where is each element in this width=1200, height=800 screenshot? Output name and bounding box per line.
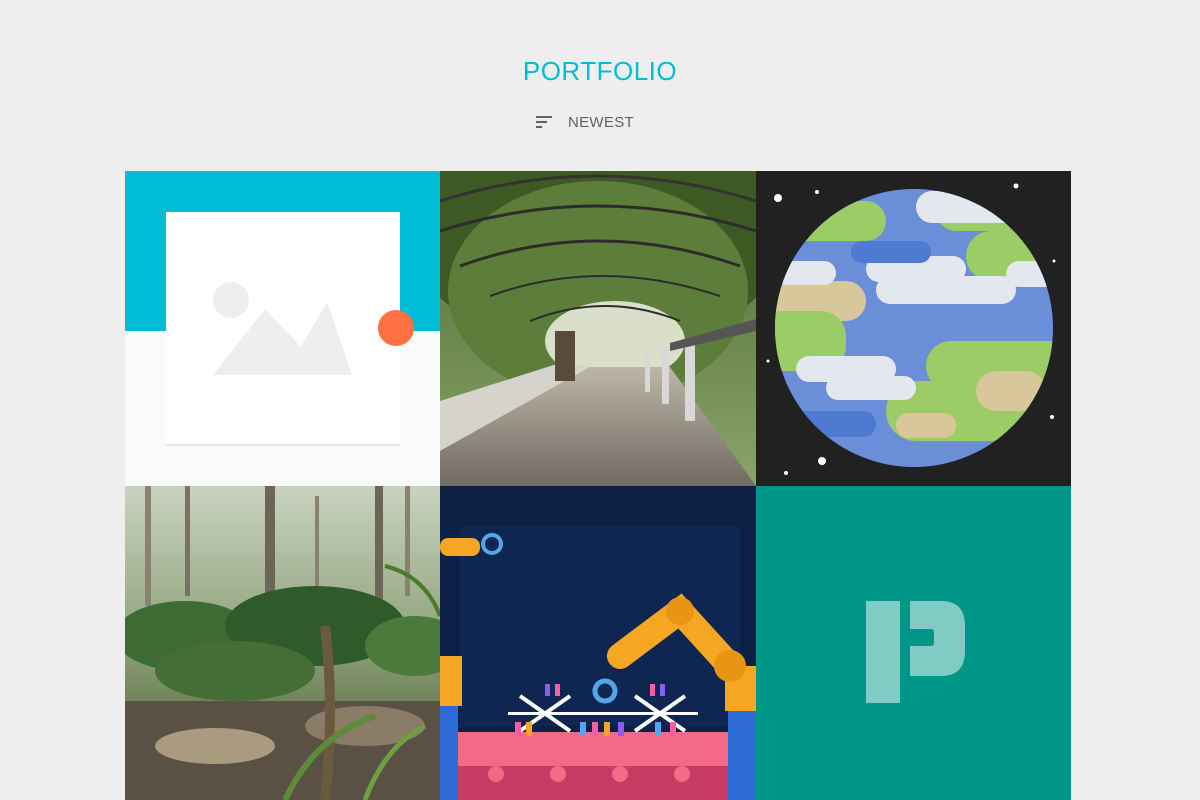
- sort-button[interactable]: NEWEST: [534, 110, 634, 134]
- sort-label: NEWEST: [568, 113, 634, 131]
- gallery-item-planet[interactable]: [756, 171, 1071, 486]
- gallery-item-polymer[interactable]: [756, 486, 1071, 800]
- sort-icon: [534, 112, 554, 132]
- forest-photo: [125, 486, 440, 800]
- robot-arms-illustration: [440, 486, 756, 800]
- gallery-item-placeholder[interactable]: [125, 171, 440, 486]
- planet-illustration: [756, 171, 1071, 486]
- gallery-item-robots[interactable]: [440, 486, 756, 800]
- gallery-item-tunnel[interactable]: [440, 171, 756, 486]
- portfolio-grid: [125, 171, 1071, 800]
- page-title: PORTFOLIO: [522, 56, 678, 86]
- polymer-logo-icon: [756, 486, 1071, 800]
- tunnel-photo: [440, 171, 756, 486]
- image-placeholder-icon: [125, 171, 440, 486]
- gallery-item-forest[interactable]: [125, 486, 440, 800]
